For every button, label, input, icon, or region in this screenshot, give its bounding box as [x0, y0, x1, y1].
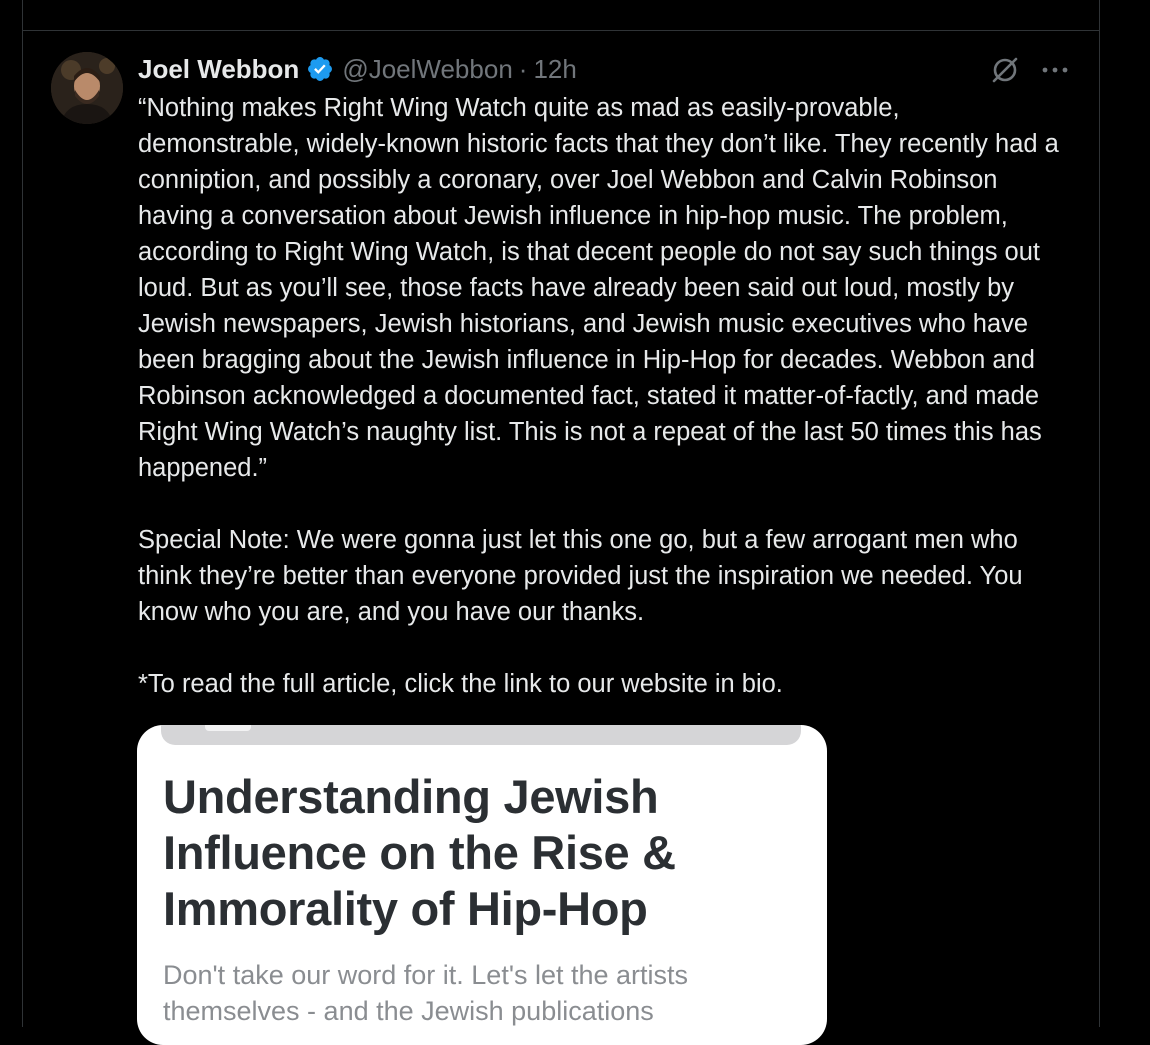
- tweet-paragraph-quote: “Nothing makes Right Wing Watch quite as…: [138, 94, 1059, 482]
- attached-image[interactable]: Understanding Jewish Influence on the Ri…: [137, 725, 827, 1045]
- avatar-portrait-icon: [51, 52, 123, 124]
- author-handle[interactable]: @JoelWebbon: [342, 54, 512, 85]
- avatar[interactable]: [51, 52, 123, 124]
- tweet-header: Joel Webbon @JoelWebbon · 12h: [138, 52, 577, 86]
- grok-icon[interactable]: [989, 54, 1021, 86]
- image-top-tab: [205, 725, 251, 731]
- more-dots-icon[interactable]: [1040, 60, 1070, 80]
- tweet-text: “Nothing makes Right Wing Watch quite as…: [138, 90, 1068, 702]
- verified-badge-icon: [306, 55, 334, 83]
- image-top-bar: [161, 725, 801, 745]
- tweet-paragraph-link-note: *To read the full article, click the lin…: [138, 670, 783, 698]
- post-timestamp[interactable]: 12h: [533, 54, 576, 85]
- author-name[interactable]: Joel Webbon: [138, 54, 299, 85]
- previous-tweet-edge: [23, 0, 1099, 31]
- tweet-paragraph-note: Special Note: We were gonna just let thi…: [138, 526, 1023, 626]
- article-description: Don't take our word for it. Let's let th…: [163, 960, 689, 1026]
- separator-dot: ·: [518, 53, 528, 84]
- article-headline: Understanding Jewish Influence on the Ri…: [163, 770, 676, 935]
